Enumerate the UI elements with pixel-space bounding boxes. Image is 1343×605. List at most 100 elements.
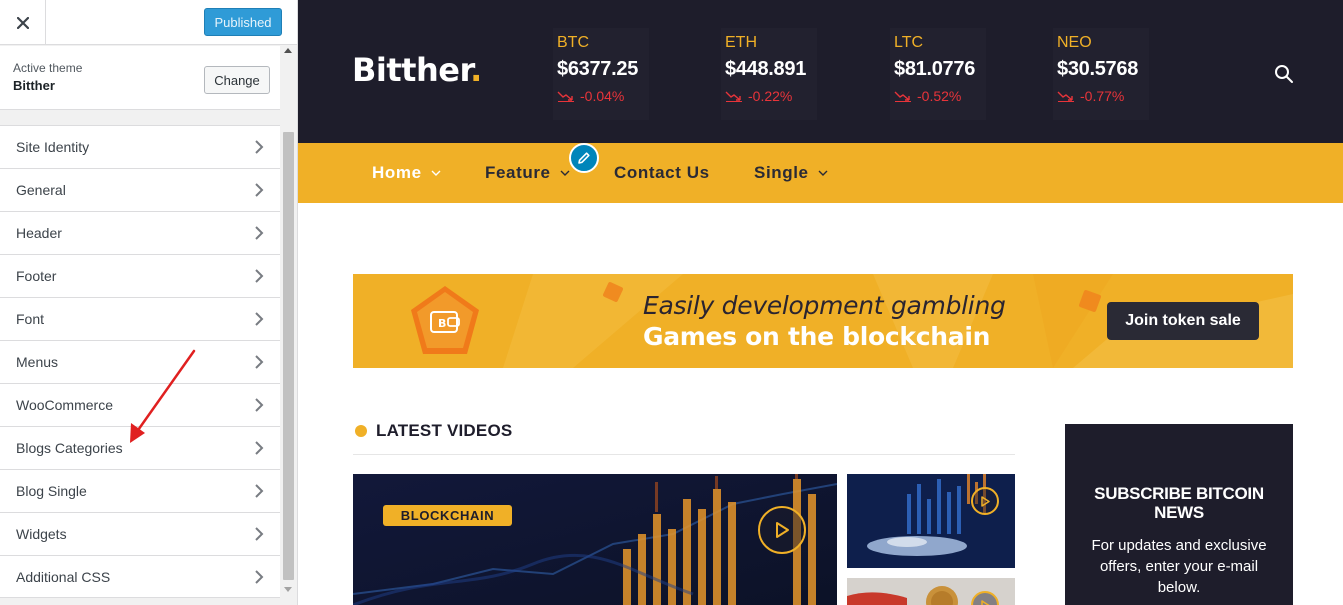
chevron-right-icon — [255, 484, 264, 498]
section-menus[interactable]: Menus — [0, 340, 280, 383]
nav-label: Feature — [485, 163, 551, 182]
ticker-price: $448.891 — [725, 58, 807, 80]
ticker-price: $30.5768 — [1057, 58, 1139, 80]
section-title: LATEST VIDEOS — [376, 421, 513, 440]
section-blogs-categories[interactable]: Blogs Categories — [0, 426, 280, 469]
play-button[interactable] — [758, 506, 806, 554]
close-customizer-button[interactable] — [0, 0, 46, 45]
section-site-identity[interactable]: Site Identity — [0, 125, 280, 168]
chevron-right-icon — [255, 226, 264, 240]
nav-feature[interactable]: Feature — [485, 163, 570, 183]
featured-video-card[interactable]: BLOCKCHAIN — [353, 474, 837, 605]
nav-single[interactable]: Single — [754, 163, 828, 183]
section-woocommerce[interactable]: WooCommerce — [0, 383, 280, 426]
section-additional-css[interactable]: Additional CSS — [0, 555, 280, 598]
ticker-change: -0.22% — [725, 88, 792, 104]
section-label: Additional CSS — [16, 568, 111, 585]
video-card-small[interactable] — [847, 578, 1015, 605]
ticker-btc: BTC $6377.25 -0.04% — [553, 28, 649, 120]
chevron-right-icon — [255, 355, 264, 369]
section-label: WooCommerce — [16, 397, 113, 413]
section-label: Widgets — [16, 526, 67, 542]
ticker-change-value: -0.22% — [748, 88, 793, 104]
ticker-eth: ETH $448.891 -0.22% — [721, 28, 817, 120]
ticker-symbol: LTC — [894, 34, 924, 51]
subscribe-text: For updates and exclusive offers, enter … — [1091, 537, 1267, 596]
edit-menu-shortcut[interactable] — [569, 143, 599, 173]
chevron-right-icon — [255, 183, 264, 197]
trend-down-icon — [1057, 91, 1074, 102]
nav-label: Single — [754, 163, 809, 182]
logo-text: Bitther — [352, 51, 471, 89]
ticker-symbol: BTC — [557, 34, 589, 51]
section-label: Blogs Categories — [16, 440, 123, 456]
play-icon — [981, 495, 990, 507]
banner-subheadline: Games on the blockchain — [643, 322, 991, 351]
ticker-symbol: ETH — [725, 34, 757, 51]
section-widgets[interactable]: Widgets — [0, 512, 280, 555]
section-label: Blog Single — [16, 483, 87, 499]
video-card-small[interactable] — [847, 474, 1015, 568]
scroll-up-icon[interactable] — [284, 48, 292, 53]
chevron-down-icon — [431, 170, 441, 176]
section-font[interactable]: Font — [0, 297, 280, 340]
customizer-sidebar: Published Active theme Bitther Change Si… — [0, 0, 298, 605]
chevron-down-icon — [818, 170, 828, 176]
section-footer[interactable]: Footer — [0, 254, 280, 297]
scroll-down-icon[interactable] — [284, 587, 292, 592]
heading-dot-icon — [355, 425, 367, 437]
ticker-symbol: NEO — [1057, 34, 1092, 51]
ticker-change-value: -0.04% — [580, 88, 625, 104]
nav-home[interactable]: Home — [372, 163, 441, 183]
wallet-icon: B — [411, 286, 479, 354]
logo-dot: . — [470, 51, 482, 89]
site-logo[interactable]: Bitther. — [352, 51, 482, 89]
divider — [353, 454, 1015, 455]
banner-headline: Easily development gambling — [643, 291, 1006, 320]
site-header: Bitther. BTC $6377.25 -0.04% ETH $448.89… — [298, 0, 1343, 143]
change-theme-button[interactable]: Change — [204, 66, 270, 94]
play-button[interactable] — [971, 487, 999, 515]
active-theme-label: Active theme — [13, 61, 83, 75]
chevron-right-icon — [255, 441, 264, 455]
trend-down-icon — [725, 91, 742, 102]
ticker-change-value: -0.77% — [1080, 88, 1125, 104]
search-icon[interactable] — [1274, 64, 1294, 84]
pencil-icon — [578, 152, 590, 164]
scrollbar-thumb[interactable] — [283, 132, 294, 580]
ticker-neo: NEO $30.5768 -0.77% — [1053, 28, 1149, 120]
section-blog-single[interactable]: Blog Single — [0, 469, 280, 512]
chevron-right-icon — [255, 398, 264, 412]
trend-down-icon — [894, 91, 911, 102]
section-label: Font — [16, 311, 45, 327]
chevron-down-icon — [560, 170, 570, 176]
chevron-right-icon — [255, 140, 264, 154]
section-general[interactable]: General — [0, 168, 280, 211]
chevron-right-icon — [255, 312, 264, 326]
close-icon — [16, 16, 29, 29]
main-navigation: Home Feature Contact Us Single — [298, 143, 1343, 203]
play-icon — [776, 522, 789, 538]
ticker-change-value: -0.52% — [917, 88, 962, 104]
published-button[interactable]: Published — [204, 8, 282, 36]
category-badge[interactable]: BLOCKCHAIN — [383, 505, 512, 526]
customizer-header: Published — [0, 0, 297, 45]
customizer-scrollbar[interactable] — [280, 46, 297, 605]
subscribe-title: SUBSCRIBE BITCOIN NEWS — [1094, 484, 1264, 522]
ticker-ltc: LTC $81.0776 -0.52% — [890, 28, 986, 120]
section-header[interactable]: Header — [0, 211, 280, 254]
active-theme-panel: Active theme Bitther Change — [0, 46, 280, 110]
section-label: Site Identity — [16, 139, 90, 155]
chevron-right-icon — [255, 269, 264, 283]
theme-name: Bitther — [13, 78, 55, 93]
nav-contact-us[interactable]: Contact Us — [614, 163, 710, 183]
ticker-price: $6377.25 — [557, 58, 639, 80]
section-label: Menus — [16, 354, 59, 370]
token-sale-banner: B Easily development gambling Games on t… — [353, 274, 1293, 368]
svg-text:B: B — [438, 317, 446, 330]
ticker-change: -0.04% — [557, 88, 624, 104]
ticker-change: -0.77% — [1057, 88, 1124, 104]
ticker-change: -0.52% — [894, 88, 961, 104]
chevron-right-icon — [255, 569, 264, 584]
join-token-sale-button[interactable]: Join token sale — [1107, 302, 1259, 340]
